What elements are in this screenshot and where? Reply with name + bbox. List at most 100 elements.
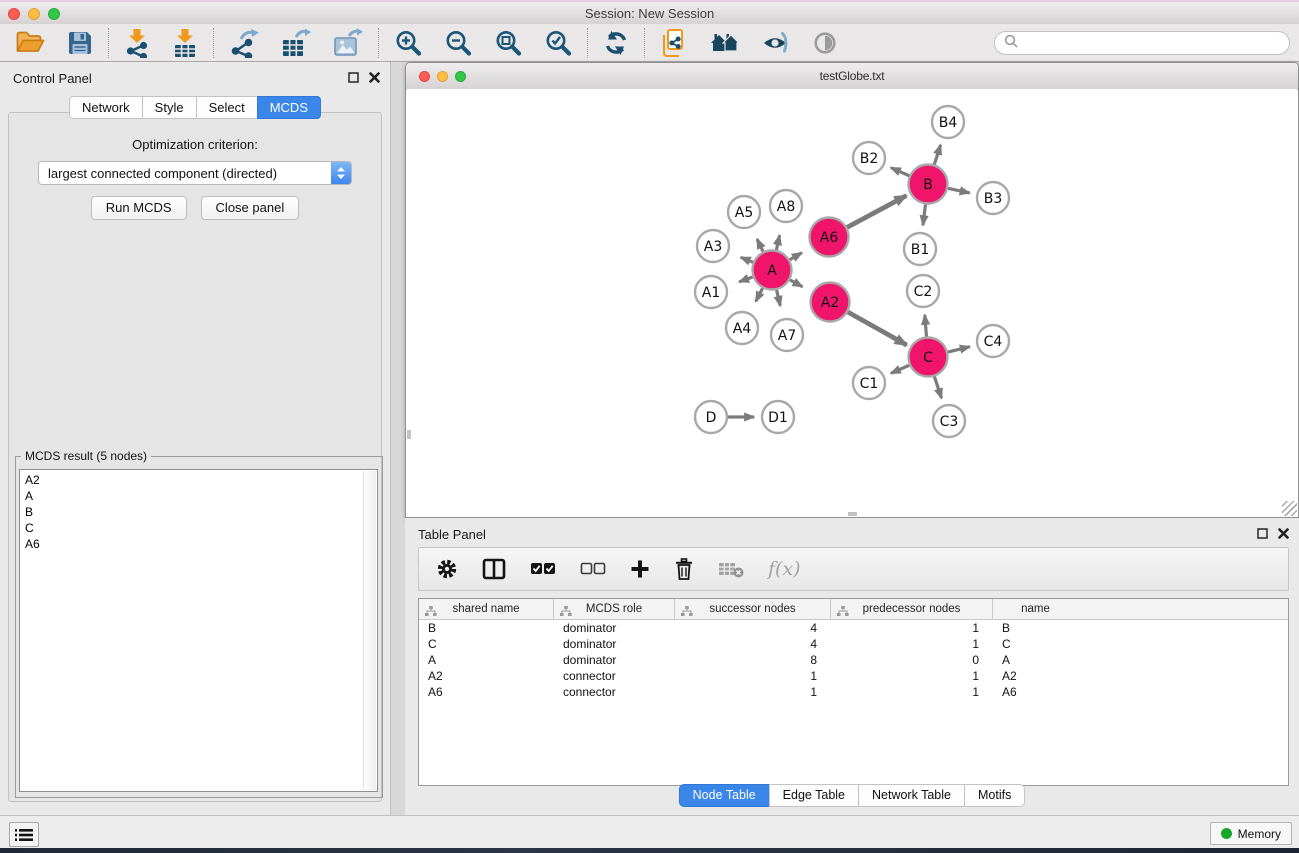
edge-C-C1[interactable] bbox=[891, 365, 909, 373]
table-row[interactable]: A2connector11A2 bbox=[419, 668, 1288, 684]
table-row[interactable]: A6connector11A6 bbox=[419, 684, 1288, 700]
add-row-icon[interactable] bbox=[630, 559, 650, 579]
table-cell[interactable]: 1 bbox=[831, 668, 993, 684]
select-all-icon[interactable] bbox=[530, 561, 556, 577]
column-header-predecessor-nodes[interactable]: predecessor nodes bbox=[831, 599, 993, 619]
duplicate-network-icon[interactable] bbox=[660, 28, 688, 58]
edge-A-A4[interactable] bbox=[756, 288, 763, 301]
mcds-result-item[interactable]: A6 bbox=[25, 536, 377, 552]
table-cell[interactable]: 8 bbox=[675, 652, 831, 668]
network-canvas[interactable]: B4B2BB3A5A8A6B1A3AC2A1A2A4A7C4CC1C3DD1 bbox=[407, 89, 1297, 516]
run-mcds-button[interactable]: Run MCDS bbox=[91, 196, 187, 220]
zoom-selected-icon[interactable] bbox=[544, 29, 572, 57]
memory-button[interactable]: Memory bbox=[1210, 822, 1292, 845]
float-panel-icon[interactable] bbox=[348, 72, 359, 83]
tab-network[interactable]: Network bbox=[69, 96, 143, 119]
table-cell[interactable]: A bbox=[419, 652, 554, 668]
open-file-icon[interactable] bbox=[15, 29, 45, 56]
settings-icon[interactable] bbox=[436, 558, 458, 580]
edge-C-C3[interactable] bbox=[934, 376, 941, 398]
close-panel-icon[interactable] bbox=[369, 72, 380, 83]
edge-A-A8[interactable] bbox=[776, 235, 779, 250]
float-panel-icon[interactable] bbox=[1257, 528, 1268, 539]
table-cell[interactable]: connector bbox=[554, 684, 675, 700]
preview-icon[interactable] bbox=[812, 31, 838, 55]
table-cell[interactable]: connector bbox=[554, 668, 675, 684]
task-history-button[interactable] bbox=[9, 822, 39, 847]
table-cell[interactable]: A bbox=[993, 652, 1078, 668]
scrollbar[interactable] bbox=[363, 471, 376, 790]
network-graph[interactable]: B4B2BB3A5A8A6B1A3AC2A1A2A4A7C4CC1C3DD1 bbox=[407, 89, 1299, 518]
table-cell[interactable]: 1 bbox=[675, 668, 831, 684]
export-network-icon[interactable] bbox=[229, 28, 259, 58]
network-window-titlebar[interactable]: testGlobe.txt bbox=[406, 63, 1298, 90]
mcds-result-item[interactable]: A bbox=[25, 488, 377, 504]
columns-icon[interactable] bbox=[482, 558, 506, 580]
edge-A-A5[interactable] bbox=[757, 239, 763, 252]
column-header-shared-name[interactable]: shared name bbox=[419, 599, 554, 619]
table-cell[interactable]: 1 bbox=[831, 684, 993, 700]
export-image-icon[interactable] bbox=[333, 28, 363, 58]
table-cell[interactable]: 0 bbox=[831, 652, 993, 668]
edge-C-C2[interactable] bbox=[925, 315, 927, 337]
edge-A-A1[interactable] bbox=[739, 277, 752, 282]
tab-mcds[interactable]: MCDS bbox=[257, 96, 321, 119]
tab-style[interactable]: Style bbox=[142, 96, 197, 119]
export-table-icon[interactable] bbox=[281, 28, 311, 58]
node-table[interactable]: shared nameMCDS rolesuccessor nodesprede… bbox=[418, 598, 1289, 786]
column-header-name[interactable]: name bbox=[993, 599, 1078, 619]
search-input[interactable] bbox=[1023, 33, 1289, 53]
table-row[interactable]: Bdominator41B bbox=[419, 620, 1288, 636]
table-cell[interactable]: A6 bbox=[419, 684, 554, 700]
table-cell[interactable]: 1 bbox=[831, 620, 993, 636]
mcds-result-item[interactable]: C bbox=[25, 520, 377, 536]
table-cell[interactable]: A2 bbox=[419, 668, 554, 684]
import-table-icon[interactable] bbox=[172, 28, 198, 58]
table-cell[interactable]: dominator bbox=[554, 620, 675, 636]
edge-B-B3[interactable] bbox=[948, 188, 969, 193]
table-row[interactable]: Adominator80A bbox=[419, 652, 1288, 668]
save-session-icon[interactable] bbox=[67, 30, 93, 56]
table-row[interactable]: Cdominator41C bbox=[419, 636, 1288, 652]
edge-C-C4[interactable] bbox=[948, 347, 970, 352]
refresh-icon[interactable] bbox=[603, 30, 629, 56]
table-cell[interactable]: dominator bbox=[554, 652, 675, 668]
column-header-successor-nodes[interactable]: successor nodes bbox=[675, 599, 831, 619]
edge-A-A2[interactable] bbox=[790, 280, 802, 287]
table-cell[interactable]: 1 bbox=[675, 684, 831, 700]
criterion-dropdown[interactable]: largest connected component (directed) bbox=[38, 161, 352, 185]
table-cell[interactable]: A2 bbox=[993, 668, 1078, 684]
close-panel-icon[interactable] bbox=[1278, 528, 1289, 539]
tab-network-table[interactable]: Network Table bbox=[858, 784, 965, 807]
delete-row-icon[interactable] bbox=[674, 558, 694, 580]
tab-select[interactable]: Select bbox=[196, 96, 258, 119]
mcds-result-item[interactable]: A2 bbox=[25, 472, 377, 488]
frame-resize-mark[interactable] bbox=[407, 430, 411, 439]
home-icon[interactable] bbox=[710, 31, 740, 55]
zoom-out-icon[interactable] bbox=[444, 29, 472, 57]
tab-motifs[interactable]: Motifs bbox=[964, 784, 1025, 807]
resize-grip-icon[interactable] bbox=[1282, 501, 1297, 516]
table-cell[interactable]: 4 bbox=[675, 636, 831, 652]
edge-A6-B[interactable] bbox=[847, 196, 906, 228]
deselect-all-icon[interactable] bbox=[580, 561, 606, 577]
hide-panel-icon[interactable] bbox=[762, 31, 790, 55]
table-cell[interactable]: dominator bbox=[554, 636, 675, 652]
column-header-MCDS-role[interactable]: MCDS role bbox=[554, 599, 675, 619]
zoom-in-icon[interactable] bbox=[394, 29, 422, 57]
edge-A-A3[interactable] bbox=[741, 257, 753, 262]
edge-B-B4[interactable] bbox=[934, 145, 940, 165]
mcds-result-item[interactable]: B bbox=[25, 504, 377, 520]
tab-node-table[interactable]: Node Table bbox=[679, 784, 770, 807]
close-panel-button[interactable]: Close panel bbox=[201, 196, 300, 220]
table-cell[interactable]: 1 bbox=[831, 636, 993, 652]
edge-B-B2[interactable] bbox=[891, 168, 909, 176]
zoom-fit-icon[interactable] bbox=[494, 29, 522, 57]
table-cell[interactable]: A6 bbox=[993, 684, 1078, 700]
mcds-result-list[interactable]: A2ABCA6 bbox=[19, 469, 378, 792]
search-box[interactable] bbox=[994, 31, 1290, 55]
tab-edge-table[interactable]: Edge Table bbox=[769, 784, 859, 807]
edge-B-B1[interactable] bbox=[923, 204, 926, 225]
import-network-icon[interactable] bbox=[124, 28, 150, 58]
table-cell[interactable]: C bbox=[419, 636, 554, 652]
